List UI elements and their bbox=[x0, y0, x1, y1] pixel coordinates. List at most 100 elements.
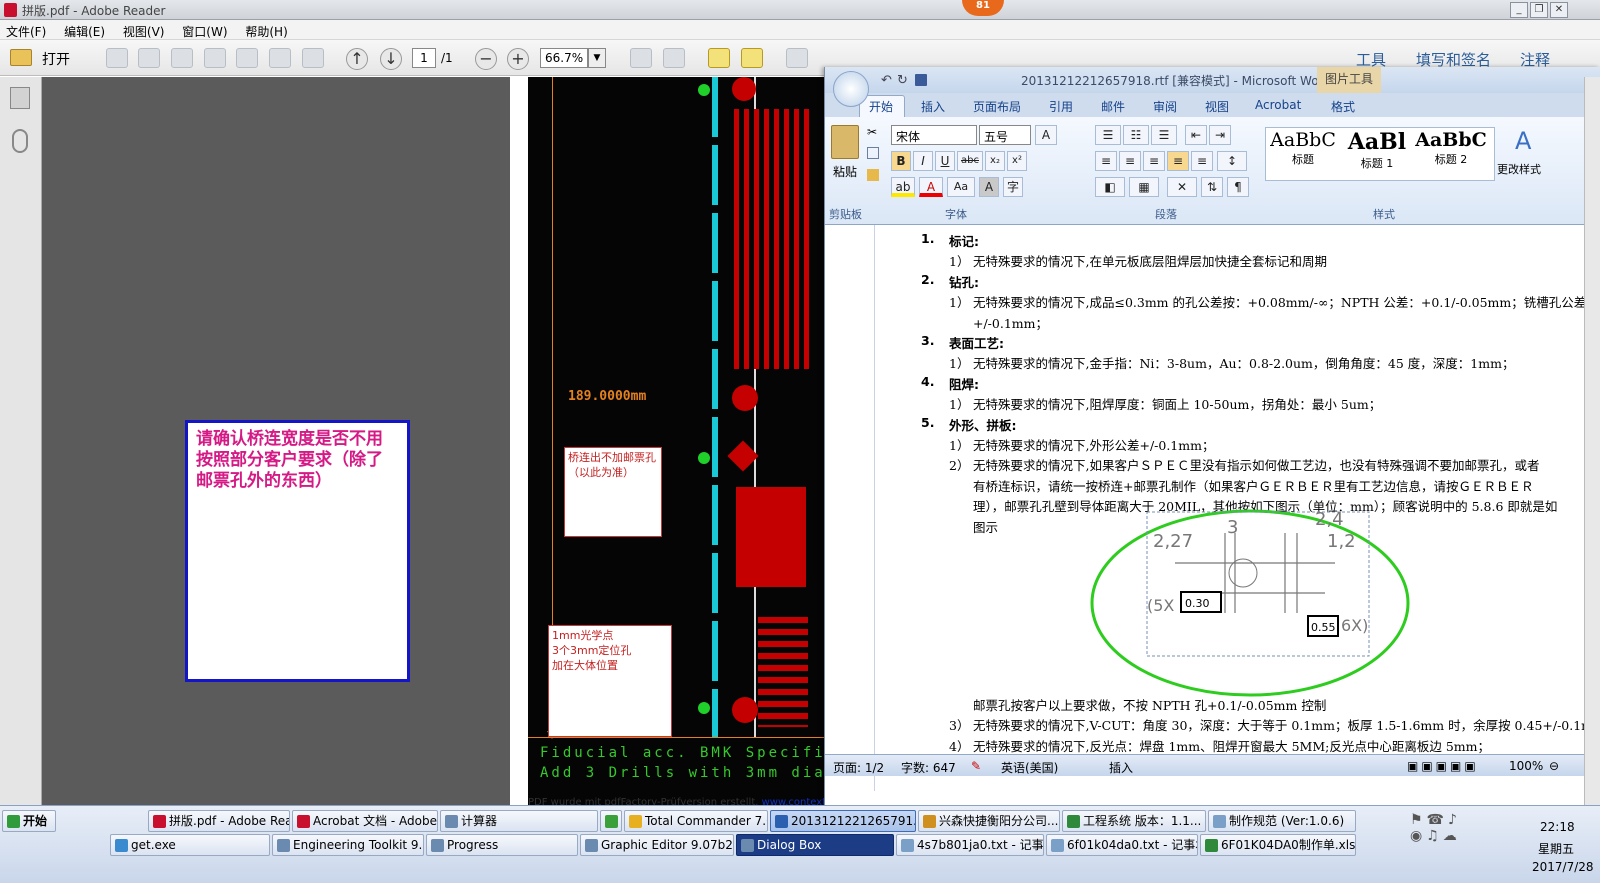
tab-view[interactable]: 视图 bbox=[1205, 98, 1229, 115]
document-line[interactable]: 1） 无特殊要求的情况下,金手指：Ni：3-8um，Au：0.8-2.0um，倒角… bbox=[949, 353, 1514, 372]
document-line[interactable]: 5. 外形、拼板: bbox=[921, 415, 1017, 433]
taskbar-button[interactable]: 计算器 bbox=[440, 810, 598, 832]
taskbar-button[interactable]: Total Commander 7.0 ... bbox=[624, 810, 768, 832]
clock-weekday[interactable]: 星期五 bbox=[1538, 840, 1574, 857]
numbering-icon[interactable]: ☷ bbox=[1123, 125, 1149, 145]
taskbar-button[interactable] bbox=[600, 810, 622, 832]
distributed-icon[interactable]: ≡ bbox=[1191, 151, 1213, 171]
character-shading-icon[interactable]: A bbox=[979, 177, 999, 197]
taskbar-button[interactable]: 拼版.pdf - Adobe Rea... bbox=[148, 810, 290, 832]
paste-icon[interactable] bbox=[831, 125, 859, 159]
fit-width-icon[interactable] bbox=[630, 48, 652, 68]
zoom-dropdown-icon[interactable]: ▼ bbox=[588, 48, 606, 68]
zoom-out-icon[interactable]: ⊖ bbox=[1549, 759, 1559, 773]
spelling-icon[interactable]: ✎ bbox=[971, 759, 981, 773]
document-line[interactable]: 2） 无特殊要求的情况下,如果客户ＳＰＥＣ里没有指示如何做工艺边，也没有特殊强调不… bbox=[949, 455, 1539, 474]
align-right-icon[interactable]: ≡ bbox=[1143, 151, 1165, 171]
underline-icon[interactable]: U bbox=[935, 151, 955, 171]
document-line[interactable]: 1） 无特殊要求的情况下,成品≤0.3mm 的孔公差按：+0.08mm/-∞；NP… bbox=[949, 292, 1586, 311]
tab-format[interactable]: 格式 bbox=[1331, 98, 1355, 115]
taskbar-button[interactable]: Dialog Box bbox=[736, 834, 894, 856]
copy-icon[interactable] bbox=[867, 147, 879, 159]
document-line[interactable]: 3. 表面工艺: bbox=[921, 333, 1004, 351]
menu-file[interactable]: 文件(F) bbox=[6, 23, 46, 40]
save-icon[interactable] bbox=[236, 48, 258, 68]
save-icon[interactable] bbox=[915, 74, 927, 86]
zoom-in-icon[interactable]: + bbox=[507, 48, 529, 70]
minimize-button[interactable]: _ bbox=[1510, 2, 1528, 18]
justify-icon[interactable]: ≡ bbox=[1167, 151, 1189, 171]
taskbar-button[interactable]: 4s7b801ja0.txt - 记事本 bbox=[896, 834, 1044, 856]
menu-view[interactable]: 视图(V) bbox=[123, 23, 165, 40]
taskbar-button[interactable]: 制作规范 (Ver:1.0.6) bbox=[1208, 810, 1356, 832]
change-case-icon[interactable]: Aa bbox=[947, 177, 975, 197]
zoom-input[interactable]: 66.7% bbox=[540, 48, 588, 68]
font-name-select[interactable]: 宋体 bbox=[891, 125, 977, 145]
document-line[interactable]: 4） 无特殊要求的情况下,反光点：焊盘 1mm、阻焊开窗最大 5MM;反光点中心距… bbox=[949, 736, 1490, 755]
change-styles-button[interactable]: 更改样式 bbox=[1497, 161, 1541, 177]
status-zoom[interactable]: 100% bbox=[1509, 759, 1543, 773]
bullets-icon[interactable]: ☰ bbox=[1095, 125, 1121, 145]
next-page-icon[interactable]: ↓ bbox=[380, 48, 402, 70]
prev-page-icon[interactable]: ↑ bbox=[346, 48, 368, 70]
upload-cloud-icon[interactable] bbox=[204, 48, 226, 68]
shading-icon[interactable]: ◧ bbox=[1095, 177, 1125, 197]
font-color-icon[interactable]: A bbox=[919, 177, 943, 197]
create-pdf-icon[interactable] bbox=[106, 48, 128, 68]
document-line[interactable]: 1） 无特殊要求的情况下,在单元板底层阻焊层加快捷全套标记和周期 bbox=[949, 251, 1327, 270]
format-painter-icon[interactable] bbox=[867, 169, 879, 181]
page-thumbnails-icon[interactable] bbox=[10, 87, 30, 109]
document-line[interactable]: 1） 无特殊要求的情况下,阻焊厚度：铜面上 10-50um，拐角处：最小 5um； bbox=[949, 394, 1381, 413]
taskbar-button[interactable]: 兴森快捷衡阳分公司... bbox=[918, 810, 1060, 832]
tab-acrobat[interactable]: Acrobat bbox=[1255, 98, 1301, 112]
taskbar-button[interactable]: 6f01k04da0.txt - 记事本 bbox=[1046, 834, 1198, 856]
multilevel-list-icon[interactable]: ☰ bbox=[1151, 125, 1177, 145]
comment-bubble-icon[interactable] bbox=[708, 48, 730, 68]
show-marks-icon[interactable]: ¶ bbox=[1227, 177, 1249, 197]
open-button[interactable]: 打开 bbox=[42, 49, 70, 69]
font-size-select[interactable]: 五号 bbox=[979, 125, 1031, 145]
restore-button[interactable]: ❐ bbox=[1530, 2, 1548, 18]
taskbar-button[interactable]: Graphic Editor 9.07b2 (0... bbox=[580, 834, 734, 856]
highlight-icon[interactable] bbox=[741, 48, 763, 68]
tab-insert[interactable]: 插入 bbox=[921, 98, 945, 115]
email-icon[interactable] bbox=[302, 48, 324, 68]
style-heading-1[interactable]: AaBl 标题 1 bbox=[1341, 129, 1413, 179]
start-button[interactable]: 开始 bbox=[2, 810, 56, 832]
document-line[interactable]: 3） 无特殊要求的情况下,V-CUT：角度 30，深度：大于等于 0.1mm；板厚… bbox=[949, 715, 1593, 734]
change-styles-icon[interactable]: A bbox=[1515, 127, 1531, 155]
enclose-character-icon[interactable]: 字 bbox=[1003, 177, 1023, 197]
fit-page-icon[interactable] bbox=[663, 48, 685, 68]
reader-scrollbar[interactable] bbox=[1584, 77, 1600, 805]
office-button[interactable] bbox=[833, 71, 869, 107]
fullscreen-icon[interactable] bbox=[786, 48, 808, 68]
taskbar-button[interactable]: 工程系统 版本：1.1... bbox=[1062, 810, 1206, 832]
menu-window[interactable]: 窗口(W) bbox=[182, 23, 227, 40]
clock-time[interactable]: 22:18 bbox=[1540, 820, 1575, 834]
borders-icon[interactable]: ▦ bbox=[1129, 177, 1159, 197]
align-center-icon[interactable]: ≡ bbox=[1119, 151, 1141, 171]
tab-references[interactable]: 引用 bbox=[1049, 98, 1073, 115]
line-spacing-icon[interactable]: ↕ bbox=[1217, 151, 1247, 171]
note-fiducial[interactable]: 1mm光学点 3个3mm定位孔 加在大体位置 bbox=[548, 625, 672, 737]
taskbar-button[interactable]: Acrobat 文档 - Adobe ... bbox=[292, 810, 438, 832]
paste-button[interactable]: 粘贴 bbox=[833, 163, 857, 180]
sort-icon[interactable]: ⇅ bbox=[1201, 177, 1223, 197]
tab-page-layout[interactable]: 页面布局 bbox=[973, 98, 1021, 115]
note-bridge[interactable]: 桥连出不加邮票孔（以此为准） bbox=[564, 447, 662, 537]
document-line[interactable]: 2. 钻孔: bbox=[921, 272, 979, 290]
decrease-indent-icon[interactable]: ⇤ bbox=[1185, 125, 1207, 145]
taskbar-button[interactable]: get.exe bbox=[110, 834, 270, 856]
taskbar-button[interactable]: Engineering Toolkit 9.07... bbox=[272, 834, 424, 856]
italic-icon[interactable]: I bbox=[913, 151, 933, 171]
grow-font-icon[interactable]: A bbox=[1035, 125, 1057, 145]
menu-edit[interactable]: 编辑(E) bbox=[64, 23, 105, 40]
status-words[interactable]: 字数: 647 bbox=[901, 759, 956, 776]
redo-icon[interactable]: ↻ bbox=[897, 73, 908, 88]
status-mode[interactable]: 插入 bbox=[1109, 759, 1133, 776]
zoom-out-icon[interactable]: − bbox=[475, 48, 497, 70]
bold-icon[interactable]: B bbox=[891, 151, 911, 171]
align-left-icon[interactable]: ≡ bbox=[1095, 151, 1117, 171]
taskbar-button[interactable]: Progress bbox=[426, 834, 578, 856]
taskbar-button[interactable]: 2013121221265791... bbox=[770, 810, 916, 832]
